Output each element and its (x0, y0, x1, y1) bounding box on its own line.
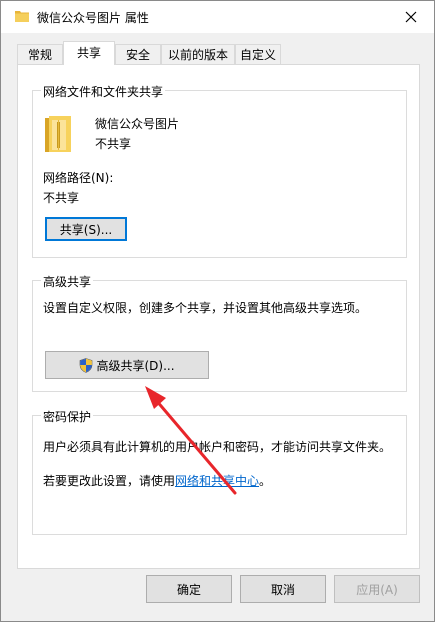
advanced-sharing-group: 高级共享 设置自定义权限，创建多个共享，并设置其他高级共享选项。 高级共享(D)… (32, 273, 407, 392)
tab-general[interactable]: 常规 (17, 44, 63, 64)
group-title: 网络文件和文件夹共享 (41, 83, 166, 100)
close-icon (405, 11, 417, 23)
tab-security[interactable]: 安全 (115, 44, 161, 64)
advanced-sharing-button-label: 高级共享(D)... (96, 358, 175, 373)
network-sharing-group: 网络文件和文件夹共享 微信公众号图片 不共享 网络路径(N): 不共享 共享(S… (32, 83, 407, 258)
tab-customize[interactable]: 自定义 (235, 44, 281, 64)
uac-shield-icon (80, 357, 93, 373)
folder-share-status: 不共享 (95, 137, 132, 151)
tab-previous-versions[interactable]: 以前的版本 (161, 44, 235, 64)
change-setting-suffix: 。 (259, 474, 272, 488)
folder-name: 微信公众号图片 (95, 117, 180, 131)
folder-icon (45, 116, 71, 152)
network-sharing-center-link[interactable]: 网络和共享中心 (175, 474, 259, 488)
properties-window: 微信公众号图片 属性 常规 共享 安全 以前的版本 自定义 网络文件和文件夹共享… (0, 0, 435, 622)
sharing-panel: 网络文件和文件夹共享 微信公众号图片 不共享 网络路径(N): 不共享 共享(S… (17, 64, 420, 569)
tab-label: 常规 (27, 48, 52, 62)
share-button-label: 共享(S)... (59, 222, 113, 237)
network-path-label: 网络路径(N): (43, 171, 114, 185)
tab-bar: 常规 共享 安全 以前的版本 自定义 (1, 41, 434, 65)
ok-button-label: 确定 (176, 582, 201, 597)
change-setting-text: 若要更改此设置，请使用网络和共享中心。 (43, 472, 271, 489)
password-protection-group: 密码保护 用户必须具有此计算机的用户帐户和密码，才能访问共享文件夹。 若要更改此… (32, 408, 407, 535)
group-title: 密码保护 (41, 408, 94, 425)
tab-label: 共享 (76, 46, 101, 60)
tab-sharing[interactable]: 共享 (63, 41, 115, 65)
folder-icon (15, 11, 29, 22)
network-path-value: 不共享 (43, 191, 80, 205)
change-setting-prefix: 若要更改此设置，请使用 (43, 474, 176, 488)
apply-button[interactable]: 应用(A) (334, 575, 420, 603)
apply-button-label: 应用(A) (356, 582, 398, 597)
password-protection-description: 用户必须具有此计算机的用户帐户和密码，才能访问共享文件夹。 (43, 440, 392, 454)
ok-button[interactable]: 确定 (146, 575, 232, 603)
close-button[interactable] (400, 7, 422, 27)
share-button[interactable]: 共享(S)... (45, 217, 127, 241)
advanced-sharing-description: 设置自定义权限，创建多个共享，并设置其他高级共享选项。 (43, 301, 368, 315)
advanced-sharing-button[interactable]: 高级共享(D)... (45, 351, 209, 379)
window-title: 微信公众号图片 属性 (37, 11, 149, 25)
cancel-button[interactable]: 取消 (240, 575, 326, 603)
title-bar[interactable]: 微信公众号图片 属性 (1, 1, 434, 33)
tab-label: 以前的版本 (167, 48, 228, 62)
tab-label: 安全 (125, 48, 150, 62)
cancel-button-label: 取消 (270, 582, 295, 597)
tab-label: 自定义 (239, 48, 276, 62)
group-title: 高级共享 (41, 273, 94, 290)
